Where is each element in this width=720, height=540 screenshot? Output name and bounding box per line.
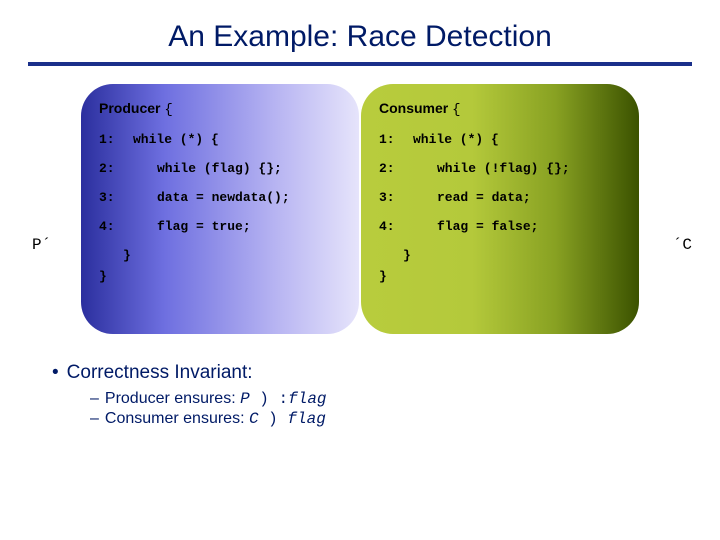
bullet-sub-1: –Producer ensures: P ) :flag xyxy=(90,390,720,408)
code: flag = true; xyxy=(133,219,251,234)
bullet-dash-icon: – xyxy=(90,390,99,407)
producer-open-brace: { xyxy=(164,102,172,118)
producer-line-4: 4: flag = true; xyxy=(99,219,341,234)
consumer-line-1: 1: while (*) { xyxy=(379,132,621,147)
code: while (flag) {}; xyxy=(133,161,282,176)
lineno: 3: xyxy=(99,190,133,205)
code: while (*) { xyxy=(133,132,219,147)
producer-close-inner: } xyxy=(99,248,341,263)
producer-line-3: 3: data = newdata(); xyxy=(99,190,341,205)
lineno: 2: xyxy=(99,161,133,176)
producer-close-outer: } xyxy=(99,269,341,284)
lineno: 4: xyxy=(379,219,413,234)
code: flag = false; xyxy=(413,219,538,234)
code: while (*) { xyxy=(413,132,499,147)
producer-panel: Producer { 1: while (*) { 2: while (flag… xyxy=(81,84,359,334)
consumer-line-2: 2: while (!flag) {}; xyxy=(379,161,621,176)
sub1-sym: P xyxy=(240,390,250,408)
bullet-sub-2: –Consumer ensures: C ) flag xyxy=(90,410,720,428)
sub2-sym: C xyxy=(249,410,259,428)
producer-line-1: 1: while (*) { xyxy=(99,132,341,147)
producer-line-2: 2: while (flag) {}; xyxy=(99,161,341,176)
sub1-pre: Producer ensures: xyxy=(105,390,240,407)
consumer-open-brace: { xyxy=(452,102,460,118)
consumer-line-4: 4: flag = false; xyxy=(379,219,621,234)
code: while (!flag) {}; xyxy=(413,161,570,176)
bullet-dot-icon: • xyxy=(52,362,59,383)
lineno: 3: xyxy=(379,190,413,205)
consumer-line-3: 3: read = data; xyxy=(379,190,621,205)
sub2-pre: Consumer ensures: xyxy=(105,410,249,427)
page-title: An Example: Race Detection xyxy=(0,0,720,54)
lineno: 4: xyxy=(99,219,133,234)
producer-title: Producer { xyxy=(99,100,341,118)
sub2-mid: ) xyxy=(259,410,288,428)
lineno: 1: xyxy=(379,132,413,147)
producer-title-text: Producer xyxy=(99,100,160,116)
sub1-mid: ) : xyxy=(250,390,288,408)
code: read = data; xyxy=(413,190,531,205)
code-panels: Producer { 1: while (*) { 2: while (flag… xyxy=(0,84,720,334)
consumer-close-inner: } xyxy=(379,248,621,263)
bullet-main-text: Correctness Invariant: xyxy=(67,362,253,383)
bullet-main: • Correctness Invariant: xyxy=(52,362,720,384)
title-divider xyxy=(28,62,692,66)
lineno: 1: xyxy=(99,132,133,147)
consumer-close-outer: } xyxy=(379,269,621,284)
bullet-dash-icon: – xyxy=(90,410,99,427)
consumer-title: Consumer { xyxy=(379,100,621,118)
sub2-flag: flag xyxy=(287,410,325,428)
consumer-title-text: Consumer xyxy=(379,100,448,116)
bullet-list: • Correctness Invariant: –Producer ensure… xyxy=(52,362,720,428)
lineno: 2: xyxy=(379,161,413,176)
code: data = newdata(); xyxy=(133,190,290,205)
consumer-panel: Consumer { 1: while (*) { 2: while (!fla… xyxy=(361,84,639,334)
sub1-flag: flag xyxy=(288,390,326,408)
